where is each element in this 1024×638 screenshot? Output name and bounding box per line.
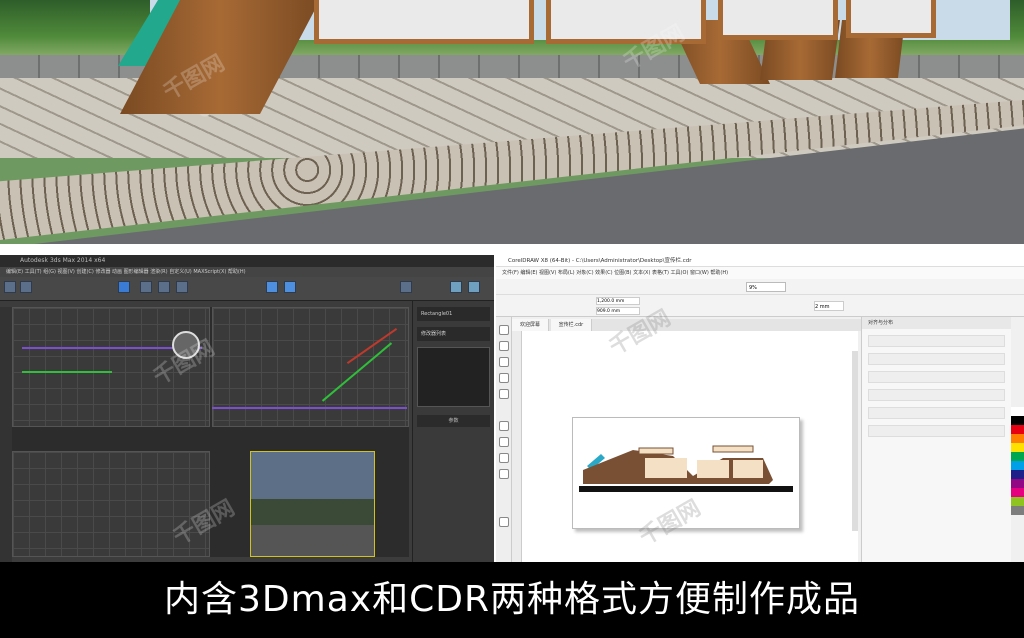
rendered-signboard-photo: 千图网 千图网: [0, 0, 1024, 244]
redo-icon[interactable]: [20, 281, 32, 293]
spline-line: [212, 407, 407, 409]
sign-display-panel: [314, 0, 534, 44]
align-buttons-row[interactable]: [868, 335, 1005, 347]
angle-snap-icon[interactable]: [284, 281, 296, 293]
scale-icon[interactable]: [176, 281, 188, 293]
cdr-property-bar: 1,200.0 mm 909.0 mm 2 mm: [496, 295, 1024, 317]
color-swatch[interactable]: [1011, 488, 1024, 497]
cdr-toolbox: [496, 317, 512, 562]
parameters-rollout[interactable]: 参数: [417, 415, 490, 427]
zoom-tool-icon[interactable]: [499, 373, 509, 383]
object-name-field[interactable]: Rectangle01: [417, 307, 490, 321]
ellipse-tool-icon[interactable]: [499, 437, 509, 447]
rotate-icon[interactable]: [158, 281, 170, 293]
divider: [0, 244, 1024, 255]
color-swatch[interactable]: [1011, 434, 1024, 443]
height-field[interactable]: 909.0 mm: [596, 307, 640, 315]
coreldraw-screenshot: CorelDRAW X8 (64-Bit) - C:\Users\Adminis…: [496, 255, 1024, 562]
max-command-panel: Rectangle01 修改器列表 参数: [412, 301, 494, 562]
render-frame-icon[interactable]: [468, 281, 480, 293]
spacing-field[interactable]: [868, 407, 1005, 419]
mirror-icon[interactable]: [400, 281, 412, 293]
move-icon[interactable]: [140, 281, 152, 293]
width-field[interactable]: 1,200.0 mm: [596, 297, 640, 305]
max-menu-bar[interactable]: 编辑(E) 工具(T) 组(G) 视图(V) 创建(C) 修改器 动画 图形编辑…: [0, 267, 494, 277]
vertical-scrollbar[interactable]: [852, 351, 858, 531]
color-swatch[interactable]: [1011, 497, 1024, 506]
snap-icon[interactable]: [266, 281, 278, 293]
shape-tool-icon[interactable]: [499, 341, 509, 351]
caption-text: 内含3Dmax和CDR两种格式方便制作成品: [164, 579, 860, 620]
undo-icon[interactable]: [4, 281, 16, 293]
spacing-field[interactable]: [868, 425, 1005, 437]
viewport-front[interactable]: [212, 307, 409, 427]
3dsmax-screenshot: Autodesk 3ds Max 2014 x64 编辑(E) 工具(T) 组(…: [0, 255, 494, 562]
docker-title: 对齐与分布: [862, 317, 1011, 329]
cdr-menu-bar[interactable]: 文件(F) 编辑(E) 视图(V) 布局(L) 对象(C) 效果(C) 位图(B…: [496, 267, 1024, 279]
nudge-distance[interactable]: 2 mm: [814, 301, 844, 311]
viewport-perspective[interactable]: [250, 451, 375, 557]
crop-tool-icon[interactable]: [499, 357, 509, 367]
align-buttons-row[interactable]: [868, 353, 1005, 365]
tab-welcome[interactable]: 欢迎屏幕: [512, 319, 550, 331]
color-swatch[interactable]: [1011, 479, 1024, 488]
fill-tool-icon[interactable]: [499, 517, 509, 527]
color-swatch[interactable]: [1011, 452, 1024, 461]
cdr-standard-toolbar: 9%: [496, 279, 1024, 295]
max-side-strip: [0, 307, 12, 562]
color-swatch[interactable]: [1011, 407, 1024, 416]
vertical-ruler: [512, 331, 522, 562]
distribute-buttons-row[interactable]: [868, 371, 1005, 383]
render-icon[interactable]: [450, 281, 462, 293]
text-tool-icon[interactable]: [499, 469, 509, 479]
sign-display-panel: [846, 0, 936, 38]
color-swatch[interactable]: [1011, 506, 1024, 515]
polygon-tool-icon[interactable]: [499, 453, 509, 463]
color-swatch[interactable]: [1011, 425, 1024, 434]
rectangle-tool-icon[interactable]: [499, 421, 509, 431]
max-main-toolbar: [0, 277, 494, 301]
color-swatch[interactable]: [1011, 443, 1024, 452]
distribute-buttons-row[interactable]: [868, 389, 1005, 401]
color-swatch[interactable]: [1011, 416, 1024, 425]
document-tabs: 欢迎屏幕 宣传栏.cdr: [512, 319, 862, 331]
align-distribute-docker: 对齐与分布: [861, 317, 1011, 562]
zoom-level[interactable]: 9%: [746, 282, 786, 292]
sign-display-panel: [718, 0, 838, 40]
freehand-tool-icon[interactable]: [499, 389, 509, 399]
spline-line: [22, 371, 112, 373]
max-title-bar: Autodesk 3ds Max 2014 x64: [0, 255, 494, 267]
tab-document[interactable]: 宣传栏.cdr: [550, 319, 593, 331]
modifier-list-dropdown[interactable]: 修改器列表: [417, 327, 490, 341]
color-swatch[interactable]: [1011, 470, 1024, 479]
color-swatch[interactable]: [1011, 461, 1024, 470]
color-palette[interactable]: [1011, 317, 1024, 562]
cdr-title-bar: CorelDRAW X8 (64-Bit) - C:\Users\Adminis…: [496, 255, 1024, 267]
modifier-stack[interactable]: [417, 347, 490, 407]
pick-tool-icon[interactable]: [499, 325, 509, 335]
select-icon[interactable]: [118, 281, 130, 293]
caption-bar: 内含3Dmax和CDR两种格式方便制作成品: [0, 562, 1024, 638]
